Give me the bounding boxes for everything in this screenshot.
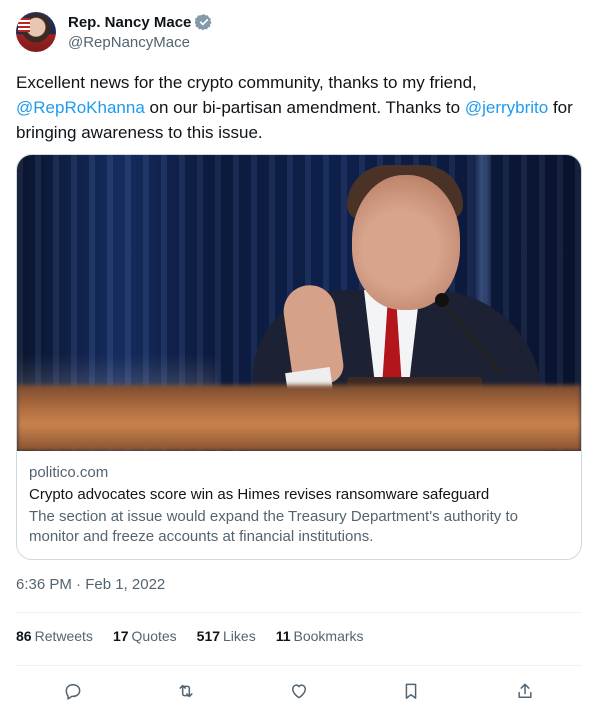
retweet-button[interactable] xyxy=(169,676,203,706)
divider xyxy=(16,612,582,613)
reply-icon xyxy=(65,684,81,700)
author-handle[interactable]: @RepNancyMace xyxy=(68,34,190,51)
likes-stat[interactable]: 517 Likes xyxy=(197,628,256,644)
author-display-name[interactable]: Rep. Nancy Mace xyxy=(68,14,191,31)
likes-count: 517 xyxy=(196,628,221,644)
retweets-label: Retweets xyxy=(34,628,93,644)
quotes-label: Quotes xyxy=(131,628,177,644)
tweet-header: Rep. Nancy Mace @RepNancyMace xyxy=(16,12,582,52)
divider xyxy=(16,665,582,666)
bookmarks-stat[interactable]: 11 Bookmarks xyxy=(276,628,364,644)
card-domain: politico.com xyxy=(29,464,109,481)
retweet-icon xyxy=(179,684,193,698)
bookmark-icon xyxy=(405,683,417,699)
card-body[interactable]: politico.com Crypto advocates score win … xyxy=(17,451,581,559)
engagement-stats: 86 Retweets 17 Quotes 517 Likes 11 Bookmarks xyxy=(16,628,364,644)
card-description: The section at issue would expand the Tr… xyxy=(29,508,518,545)
flag-icon xyxy=(18,18,30,32)
avatar[interactable] xyxy=(16,12,56,52)
desk-foreground xyxy=(17,385,581,451)
mention-link-jerrybrito[interactable]: @jerrybrito xyxy=(465,98,548,117)
share-button[interactable] xyxy=(508,676,542,706)
verified-badge-icon xyxy=(195,14,212,31)
retweets-count: 86 xyxy=(16,628,32,644)
quotes-stat[interactable]: 17 Quotes xyxy=(113,628,177,644)
card-image[interactable] xyxy=(17,155,581,451)
bookmarks-label: Bookmarks xyxy=(293,628,364,644)
reply-button[interactable] xyxy=(56,676,90,706)
microphone-icon xyxy=(435,293,449,307)
bookmarks-count: 11 xyxy=(275,628,291,644)
tweet-text-part: on our bi-partisan amendment. Thanks to xyxy=(144,98,465,117)
quotes-count: 17 xyxy=(112,628,129,644)
bookmark-button[interactable] xyxy=(394,676,428,706)
author-name-row: Rep. Nancy Mace xyxy=(68,13,213,31)
card-title: Crypto advocates score win as Himes revi… xyxy=(29,486,490,503)
link-card[interactable]: politico.com Crypto advocates score win … xyxy=(16,154,582,560)
likes-label: Likes xyxy=(223,628,256,644)
tweet-text: Excellent news for the crypto community,… xyxy=(16,70,582,145)
share-icon xyxy=(518,683,532,698)
like-icon xyxy=(292,684,306,699)
action-bar xyxy=(16,676,582,706)
mention-link-reprokhanna[interactable]: @RepRoKhanna xyxy=(16,98,145,117)
retweets-stat[interactable]: 86 Retweets xyxy=(16,628,93,644)
tweet-text-part: Excellent news for the crypto community,… xyxy=(16,73,477,92)
like-button[interactable] xyxy=(282,676,316,706)
head-shape xyxy=(352,175,460,310)
tweet-timestamp[interactable]: 6:36 PM · Feb 1, 2022 xyxy=(16,576,165,593)
